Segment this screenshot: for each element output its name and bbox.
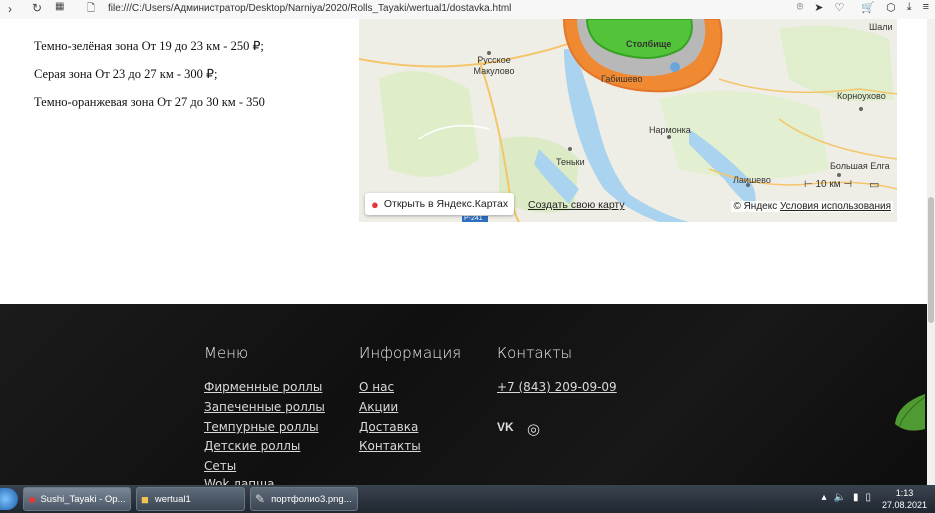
footer-info-title: Информация [359, 344, 462, 362]
create-map-link[interactable]: Создать свою карту [528, 199, 625, 211]
info-link-about[interactable]: О нас [359, 380, 394, 394]
taskbar-paint-label: портфолио3.png... [271, 493, 352, 505]
vk-icon[interactable]: VK [497, 420, 515, 438]
taskbar-opera-label: Sushi_Tayaki - Op... [40, 493, 126, 505]
map-label-russkoe-makulovo: Русское Макулово [473, 55, 515, 76]
menu-icon[interactable]: ≡ [923, 1, 929, 14]
map-background [359, 19, 897, 222]
download-icon[interactable]: ⤓ [907, 1, 912, 14]
map-scale-value: 10 км [815, 179, 841, 190]
map-scale: ⊢ 10 км ⊣ [804, 179, 853, 190]
info-link-contacts[interactable]: Контакты [359, 439, 421, 453]
terms-link[interactable]: Условия использования [780, 201, 891, 212]
open-yandex-maps-button[interactable]: ● Открыть в Яндекс.Картах [365, 193, 515, 215]
yandex-map[interactable]: Столбище Габишево Русское Макулово Нармо… [359, 19, 897, 222]
instagram-icon[interactable]: ◎ [527, 420, 545, 438]
footer-menu-title: Меню [204, 344, 249, 362]
start-button[interactable] [0, 488, 18, 510]
map-label-bolshaya-elga: Большая Елга [830, 161, 890, 171]
zone-green: Темно-зелёная зона От 19 до 23 км - 250 … [34, 39, 264, 53]
site-footer: Меню Фирменные роллы Запеченные роллы Те… [0, 304, 927, 491]
forward-icon[interactable]: › [8, 2, 12, 16]
info-link-promotions[interactable]: Акции [359, 400, 398, 414]
tabs-grid-icon[interactable]: ▦ [55, 1, 64, 12]
windows-taskbar: ● Sushi_Tayaki - Op... ■ wertual1 ✎ порт… [0, 485, 935, 513]
zone-orange: Темно-оранжевая зона От 27 до 30 км - 35… [34, 95, 265, 109]
tray-arrow-icon[interactable]: ▴ [821, 492, 826, 503]
menu-link-baked-rolls[interactable]: Запеченные роллы [204, 400, 325, 414]
page-content: Темно-зелёная зона От 19 до 23 км - 250 … [0, 19, 935, 304]
info-link-delivery[interactable]: Доставка [359, 420, 418, 434]
volume-icon[interactable]: 🔈 [834, 492, 846, 503]
heart-icon[interactable]: ♡ [835, 1, 845, 14]
scrollbar-thumb[interactable] [928, 197, 934, 323]
system-tray: ▴ 🔈 ▮ ▯ [821, 492, 871, 503]
leaf-icon [895, 394, 926, 431]
map-label-shali: Шали [869, 22, 893, 32]
paint-icon: ✎ [255, 492, 266, 506]
map-pin-icon: ● [371, 196, 379, 212]
map-label-laishevo: Лаишево [733, 175, 771, 185]
open-yandex-maps-label: Открыть в Яндекс.Картах [383, 198, 509, 210]
taskbar-folder-label: wertual1 [154, 493, 191, 505]
address-bar[interactable]: file:///C:/Users/Администратор/Desktop/N… [108, 3, 511, 14]
send-icon[interactable]: ➤ [814, 1, 823, 14]
opera-icon: ● [28, 491, 37, 507]
road-sign: Р-241 [464, 215, 483, 222]
network-icon[interactable]: ▮ [853, 492, 859, 503]
map-label-kornoukhovo: Корноухово [837, 91, 886, 101]
taskbar-paint[interactable]: ✎ портфолио3.png... [250, 487, 358, 511]
camera-icon[interactable]: ⌾ [797, 1, 804, 14]
map-label-gabishevo: Габишево [601, 74, 643, 84]
phone-link[interactable]: +7 (843) 209-09-09 [497, 380, 617, 394]
box-icon[interactable]: ⬡ [886, 1, 896, 14]
map-label-tenki: Теньки [556, 157, 585, 167]
map-label-narmonka: Нармонка [649, 125, 691, 135]
footer-contacts-title: Контакты [497, 344, 573, 362]
folder-icon: ■ [141, 491, 149, 507]
map-label-stolbishche: Столбище [626, 39, 672, 49]
menu-link-kids-rolls[interactable]: Детские роллы [204, 439, 300, 453]
clock[interactable]: 1:13 27.08.2021 [882, 487, 927, 511]
menu-link-signature-rolls[interactable]: Фирменные роллы [204, 380, 322, 394]
power-icon[interactable]: ▯ [865, 492, 871, 503]
clock-date: 27.08.2021 [881, 500, 927, 510]
clock-time: 1:13 [895, 488, 914, 498]
browser-toolbar: › ↻ ▦ 🗋 file:///C:/Users/Администратор/D… [0, 0, 935, 20]
taskbar-folder[interactable]: ■ wertual1 [136, 487, 245, 511]
file-icon: 🗋 [87, 3, 96, 14]
taskbar-opera[interactable]: ● Sushi_Tayaki - Op... [23, 487, 131, 511]
cart-icon[interactable]: 🛒 [861, 1, 875, 14]
map-copyright: © Яндекс Условия использования [731, 201, 893, 212]
copyright-text: © Яндекс [733, 201, 778, 212]
ruler-icon[interactable]: ▭ [869, 178, 879, 191]
reload-icon[interactable]: ↻ [32, 1, 42, 15]
zone-grey: Серая зона От 23 до 27 км - 300 ₽; [34, 67, 218, 81]
menu-link-sets[interactable]: Сеты [204, 459, 236, 473]
menu-link-tempura-rolls[interactable]: Темпурные роллы [204, 420, 319, 434]
